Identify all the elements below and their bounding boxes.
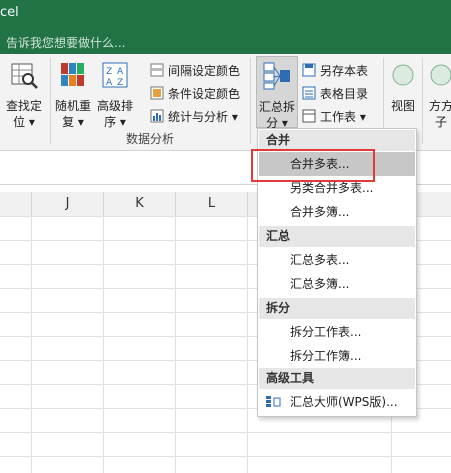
menu-section-merge: 合并 [259, 130, 415, 151]
advanced-sort-label-1: 高级排 [96, 99, 133, 113]
tell-me-bar[interactable]: 告诉我您想要做什么... [0, 28, 451, 54]
find-table-icon [11, 63, 38, 89]
fangfangge-label-2: 子 [434, 115, 447, 129]
menu-section-advanced: 高级工具 [259, 368, 415, 389]
menu-item-summary-tables[interactable]: 汇总多表... [259, 248, 415, 272]
save-table-icon [302, 63, 316, 77]
random-repeat-label-1: 随机重 [54, 99, 91, 113]
view-icon [392, 64, 414, 86]
column-header-j[interactable]: J [32, 192, 104, 217]
app-title: cel [0, 5, 19, 20]
fangfangge-button[interactable]: 方方 子 [426, 60, 451, 130]
svg-text:Z: Z [117, 78, 123, 88]
svg-text:Z: Z [106, 67, 112, 77]
fangfangge-icon [430, 64, 451, 86]
table-directory-label: 表格目录 [320, 87, 369, 101]
interval-color-button[interactable]: 间隔设定颜色 [150, 62, 240, 79]
summary-master-label: 汇总大师(WPS版)... [290, 395, 398, 409]
ribbon-separator [250, 58, 251, 144]
menu-item-merge-workbooks[interactable]: 合并多簿... [259, 200, 415, 224]
stats-analysis-icon [150, 109, 164, 123]
find-locate-button[interactable]: 查找定 位 ▾ [4, 60, 44, 130]
worksheet-button[interactable]: 工作表 ▾ [302, 108, 366, 125]
find-locate-label-1: 查找定 [5, 99, 42, 113]
worksheet-icon [302, 109, 316, 123]
summarize-split-label-1: 汇总拆 [258, 100, 295, 114]
svg-text:A: A [106, 78, 113, 88]
stats-analysis-button[interactable]: 统计与分析 ▾ [150, 108, 238, 125]
menu-item-summary-workbooks[interactable]: 汇总多簿... [259, 272, 415, 296]
tell-me-input[interactable]: 告诉我您想要做什么... [6, 34, 125, 51]
table-directory-icon [302, 86, 316, 100]
conditional-color-icon [150, 86, 164, 100]
fangfangge-label-1: 方方 [428, 99, 451, 113]
summarize-split-button[interactable]: 汇总拆 分 ▾ [256, 56, 298, 130]
random-repeat-button[interactable]: 随机重 复 ▾ [53, 60, 93, 130]
menu-item-split-worksheet[interactable]: 拆分工作表... [259, 320, 415, 344]
data-analysis-group-label: 数据分析 [126, 132, 175, 146]
view-button[interactable]: 视图 [387, 60, 419, 114]
save-this-table-button[interactable]: 另存本表 [302, 62, 368, 79]
title-bar: cel [0, 0, 451, 28]
grid-line [175, 216, 176, 473]
view-label: 视图 [390, 99, 415, 113]
ribbon-separator [422, 58, 423, 144]
menu-section-summary: 汇总 [259, 226, 415, 247]
save-this-table-label: 另存本表 [320, 64, 369, 78]
sort-az-icon: Z A A Z [102, 62, 128, 88]
summary-master-icon [266, 396, 281, 407]
grid-line [247, 216, 248, 473]
grid-line [103, 216, 104, 473]
menu-item-split-workbook[interactable]: 拆分工作簿... [259, 344, 415, 368]
menu-item-summary-master[interactable]: 汇总大师(WPS版)... [259, 390, 415, 414]
interval-color-icon [150, 63, 164, 77]
interval-color-label: 间隔设定颜色 [168, 64, 241, 78]
conditional-color-label: 条件设定颜色 [168, 87, 241, 101]
highlight-box [251, 149, 375, 182]
column-header-blank[interactable] [0, 192, 32, 217]
find-locate-label-2: 位 ▾ [13, 115, 35, 129]
random-repeat-label-2: 复 ▾ [62, 115, 84, 129]
grid-line [31, 216, 32, 473]
menu-section-split: 拆分 [259, 298, 415, 319]
advanced-sort-label-2: 序 ▾ [104, 115, 126, 129]
svg-text:A: A [117, 67, 124, 77]
conditional-color-button[interactable]: 条件设定颜色 [150, 85, 240, 102]
worksheet-label: 工作表 ▾ [320, 110, 366, 124]
column-header-k[interactable]: K [104, 192, 176, 217]
column-header-l[interactable]: L [176, 192, 248, 217]
stats-analysis-label: 统计与分析 ▾ [168, 110, 238, 124]
random-grid-icon [61, 63, 84, 86]
summarize-split-icon [263, 62, 290, 90]
table-directory-button[interactable]: 表格目录 [302, 85, 368, 102]
ribbon-separator [50, 58, 51, 144]
advanced-sort-button[interactable]: Z A A Z 高级排 序 ▾ [95, 60, 135, 130]
